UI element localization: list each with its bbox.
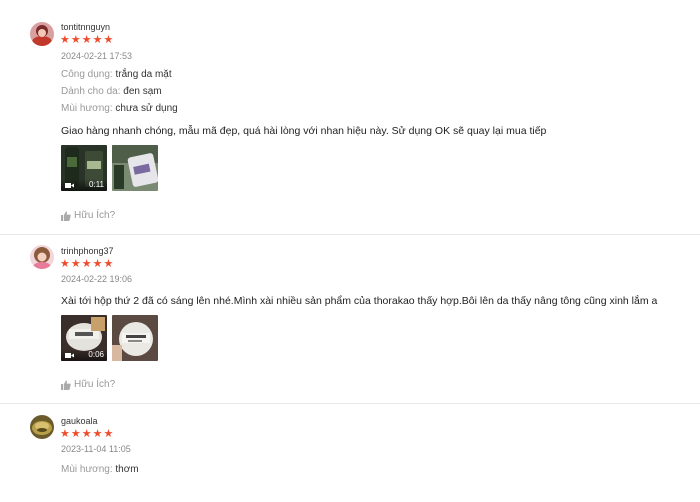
review-video-thumbnail[interactable]: 0:06	[61, 315, 107, 361]
attribute-key: Dành cho da:	[61, 86, 121, 97]
review-date: 2023-11-04 11:05	[61, 444, 131, 454]
attribute-value: trắng da mặt	[115, 69, 172, 80]
attribute-row: Mùi hương: thơm	[61, 464, 139, 475]
username[interactable]: tontitnnguyn	[61, 22, 110, 32]
attribute-row: Dành cho da: đen sạm	[61, 86, 162, 97]
attribute-row: Công dụng: trắng da mặt	[61, 69, 172, 80]
video-camera-icon	[65, 183, 74, 188]
review-image-thumbnail[interactable]	[112, 315, 158, 361]
attribute-value: đen sạm	[123, 86, 162, 97]
avatar[interactable]	[30, 415, 54, 439]
review-comment: Giao hàng nhanh chóng, mẫu mã đẹp, quá h…	[61, 125, 547, 137]
username[interactable]: trinhphong37	[61, 246, 114, 256]
rating-stars: ★★★★★	[60, 34, 115, 46]
review-video-thumbnail[interactable]: 0:11	[61, 145, 107, 191]
review-comment: Xài tới hộp thứ 2 đã có sáng lên nhé.Mìn…	[61, 295, 658, 307]
helpful-label: Hữu Ích?	[74, 210, 116, 221]
review-item: gaukoala ★★★★★ 2023-11-04 11:05 Mùi hươn…	[0, 404, 700, 502]
rating-stars: ★★★★★	[60, 428, 115, 440]
thumbs-up-icon	[61, 211, 71, 221]
attribute-value: thơm	[115, 464, 139, 475]
thumbs-up-icon	[61, 380, 71, 390]
avatar[interactable]	[30, 22, 54, 46]
rating-stars: ★★★★★	[60, 258, 115, 270]
avatar[interactable]	[30, 245, 54, 269]
attribute-key: Mùi hương:	[61, 464, 113, 475]
attribute-key: Công dụng:	[61, 69, 113, 80]
helpful-button[interactable]: Hữu Ích?	[61, 379, 115, 390]
review-date: 2024-02-21 17:53	[61, 51, 133, 61]
helpful-label: Hữu Ích?	[74, 379, 116, 390]
attribute-row: Mùi hương: chưa sử dụng	[61, 103, 178, 114]
username[interactable]: gaukoala	[61, 416, 98, 426]
review-date: 2024-02-22 19:06	[61, 274, 133, 284]
video-duration: 0:06	[88, 350, 104, 359]
review-image-thumbnail[interactable]	[112, 145, 158, 191]
review-item: tontitnnguyn ★★★★★ 2024-02-21 17:53 Công…	[0, 0, 700, 235]
attribute-key: Mùi hương:	[61, 103, 113, 114]
attribute-value: chưa sử dụng	[115, 103, 178, 114]
video-duration: 0:11	[89, 180, 104, 189]
helpful-button[interactable]: Hữu Ích?	[61, 210, 115, 221]
review-item: trinhphong37 ★★★★★ 2024-02-22 19:06 Xài …	[0, 235, 700, 404]
video-camera-icon	[65, 353, 74, 358]
